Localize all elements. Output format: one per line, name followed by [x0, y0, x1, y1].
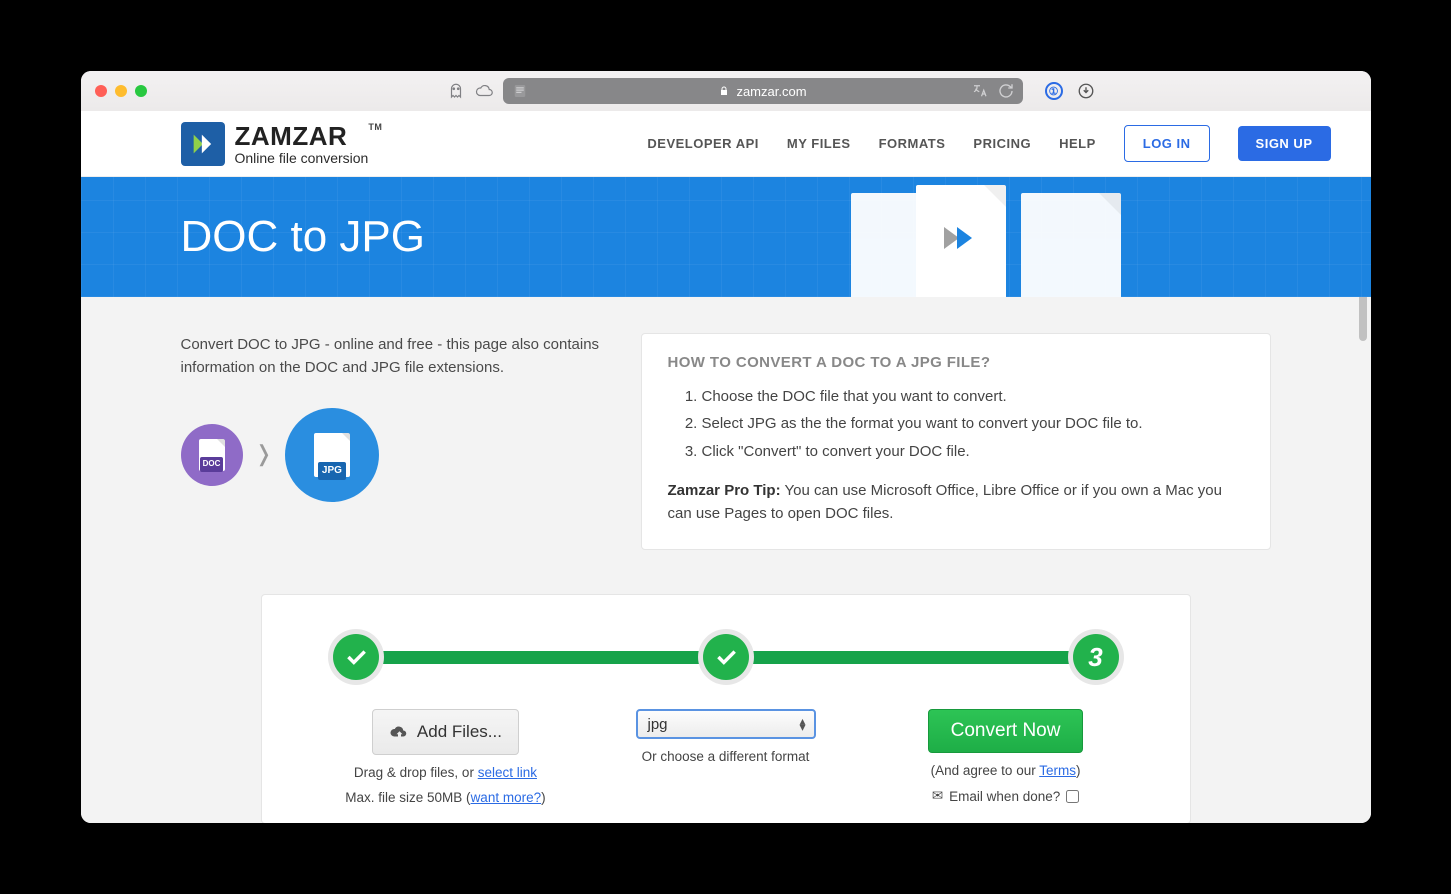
format-value: jpg: [648, 716, 668, 733]
tip-label: Zamzar Pro Tip:: [668, 482, 781, 499]
email-label: Email when done?: [949, 789, 1060, 804]
translate-icon[interactable]: [971, 82, 989, 100]
conversion-steps-card: 3 Add Files... Drag & drop files, or sel…: [261, 594, 1191, 823]
terms-link[interactable]: Terms: [1039, 763, 1076, 778]
downloads-icon[interactable]: [1077, 82, 1095, 100]
step-3-label: 3: [1088, 642, 1102, 673]
logo-tagline: Online file conversion: [235, 151, 369, 165]
login-button[interactable]: LOG IN: [1124, 125, 1210, 162]
nav-formats[interactable]: FORMATS: [879, 136, 946, 151]
doc-format-icon: DOC: [181, 424, 243, 486]
envelope-icon: ✉: [932, 788, 943, 804]
doc-label: DOC: [200, 457, 224, 471]
check-icon: [343, 644, 369, 670]
add-files-label: Add Files...: [417, 722, 502, 742]
cloud-icon[interactable]: [475, 82, 493, 100]
step-2-node: [698, 629, 754, 685]
format-hint: Or choose a different format: [642, 749, 810, 764]
logo-mark-icon: [181, 122, 225, 166]
add-files-button[interactable]: Add Files...: [372, 709, 519, 755]
browser-window: zamzar.com ① ZAMZARTM Online file: [81, 71, 1371, 823]
signup-button[interactable]: SIGN UP: [1238, 126, 1331, 161]
howto-step: Choose the DOC file that you want to con…: [702, 385, 1244, 408]
step-1-node: [328, 629, 384, 685]
max-size-hint: Max. file size 50MB (want more?): [345, 790, 545, 805]
email-when-done-row[interactable]: ✉ Email when done?: [932, 788, 1079, 804]
progress-bar: 3: [308, 629, 1144, 685]
intro-text: Convert DOC to JPG - online and free - t…: [181, 333, 601, 380]
close-window-button[interactable]: [95, 85, 107, 97]
select-caret-icon: ▴▾: [799, 718, 805, 730]
nav-pricing[interactable]: PRICING: [973, 136, 1031, 151]
convert-button[interactable]: Convert Now: [928, 709, 1084, 753]
nav-developer-api[interactable]: DEVELOPER API: [647, 136, 758, 151]
nav-help[interactable]: HELP: [1059, 136, 1096, 151]
howto-step: Select JPG as the the format you want to…: [702, 412, 1244, 435]
howto-card: HOW TO CONVERT A DOC TO A JPG FILE? Choo…: [641, 333, 1271, 550]
want-more-link[interactable]: want more?: [471, 790, 542, 805]
lock-icon: [718, 85, 730, 97]
window-controls: [95, 85, 147, 97]
logo-name: ZAMZARTM: [235, 123, 369, 149]
jpg-format-icon: JPG: [285, 408, 379, 502]
ghost-icon[interactable]: [447, 82, 465, 100]
page-content: ZAMZARTM Online file conversion DEVELOPE…: [81, 111, 1371, 823]
intro-section: Convert DOC to JPG - online and free - t…: [181, 333, 601, 550]
refresh-icon[interactable]: [997, 82, 1015, 100]
reader-icon[interactable]: [511, 82, 529, 100]
hero-banner: DOC to JPG: [81, 177, 1371, 297]
chevron-right-icon: ❭: [255, 437, 273, 471]
output-format-select[interactable]: jpg ▴▾: [636, 709, 816, 739]
browser-toolbar: zamzar.com ①: [81, 71, 1371, 111]
howto-tip: Zamzar Pro Tip: You can use Microsoft Of…: [668, 479, 1244, 526]
trademark-label: TM: [368, 123, 382, 132]
site-header: ZAMZARTM Online file conversion DEVELOPE…: [81, 111, 1371, 177]
drag-drop-hint: Drag & drop files, or select link: [354, 765, 537, 780]
logo[interactable]: ZAMZARTM Online file conversion: [181, 122, 369, 166]
page-title: DOC to JPG: [181, 212, 426, 262]
address-bar-domain: zamzar.com: [736, 84, 806, 99]
hero-file-icon: [1021, 193, 1121, 297]
howto-step: Click "Convert" to convert your DOC file…: [702, 440, 1244, 463]
address-bar[interactable]: zamzar.com: [503, 78, 1023, 104]
upload-cloud-icon: [389, 723, 407, 741]
password-manager-icon[interactable]: ①: [1045, 82, 1063, 100]
select-link[interactable]: select link: [478, 765, 537, 780]
jpg-label: JPG: [318, 462, 346, 480]
check-icon: [713, 644, 739, 670]
agree-terms-text: (And agree to our Terms): [931, 763, 1081, 778]
howto-title: HOW TO CONVERT A DOC TO A JPG FILE?: [668, 354, 1244, 371]
main-nav: DEVELOPER API MY FILES FORMATS PRICING H…: [647, 136, 1095, 151]
step-3-node: 3: [1068, 629, 1124, 685]
email-when-done-checkbox[interactable]: [1066, 790, 1079, 803]
nav-my-files[interactable]: MY FILES: [787, 136, 851, 151]
maximize-window-button[interactable]: [135, 85, 147, 97]
minimize-window-button[interactable]: [115, 85, 127, 97]
hero-play-icon: [944, 227, 972, 249]
